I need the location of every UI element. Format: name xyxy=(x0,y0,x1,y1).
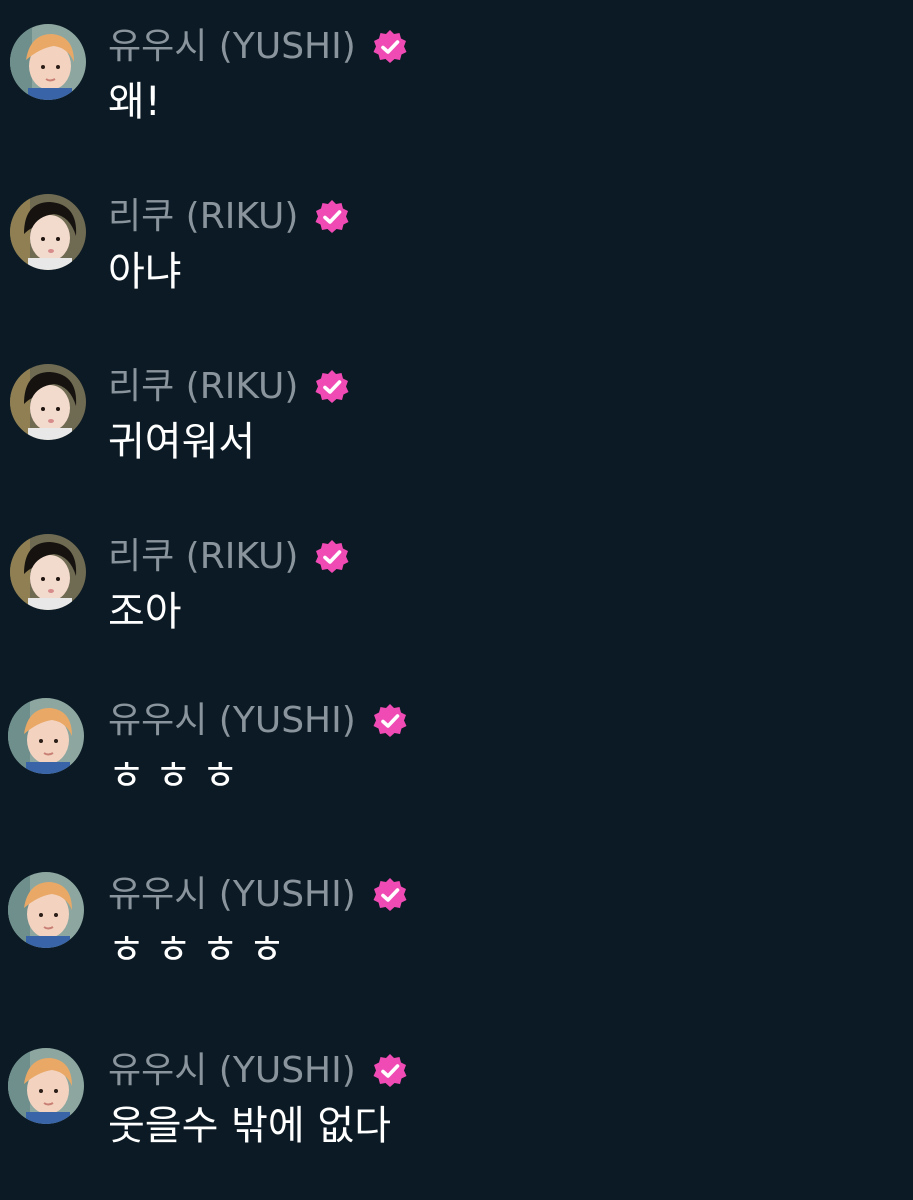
riku-avatar[interactable] xyxy=(10,534,86,610)
message-item: 유우시 (YUSHI) ㅎㅎㅎㅎ xyxy=(0,870,913,1010)
author-name[interactable]: 유우시 (YUSHI) xyxy=(108,696,356,746)
author-row: 유우시 (YUSHI) xyxy=(108,696,408,746)
author-row: 리쿠 (RIKU) xyxy=(108,192,350,242)
author-name[interactable]: 리쿠 (RIKU) xyxy=(108,192,298,242)
author-name[interactable]: 유우시 (YUSHI) xyxy=(108,870,356,920)
message-item: 유우시 (YUSHI) ㅎㅎㅎ xyxy=(0,696,913,836)
yushi-avatar[interactable] xyxy=(8,698,84,774)
verified-badge-icon xyxy=(373,878,407,911)
message-text: 조아 xyxy=(108,589,182,635)
message-text: ㅎㅎㅎㅎ xyxy=(108,927,296,973)
message-text: 귀여워서 xyxy=(108,419,256,465)
verified-badge-icon xyxy=(315,370,349,403)
yushi-avatar[interactable] xyxy=(8,872,84,948)
message-text: 웃을수 밖에 없다 xyxy=(108,1103,392,1149)
message-item: 유우시 (YUSHI) 왜! xyxy=(0,22,913,162)
yushi-avatar[interactable] xyxy=(10,24,86,100)
author-name[interactable]: 유우시 (YUSHI) xyxy=(108,1046,356,1096)
author-row: 리쿠 (RIKU) xyxy=(108,532,350,582)
message-text: ㅎㅎㅎ xyxy=(108,753,249,799)
author-row: 유우시 (YUSHI) xyxy=(108,22,408,72)
verified-badge-icon xyxy=(373,30,407,63)
author-name[interactable]: 리쿠 (RIKU) xyxy=(108,532,298,582)
message-item: 리쿠 (RIKU) 아냐 xyxy=(0,192,913,332)
author-row: 유우시 (YUSHI) xyxy=(108,870,408,920)
verified-badge-icon xyxy=(315,540,349,573)
yushi-avatar[interactable] xyxy=(8,1048,84,1124)
message-item: 리쿠 (RIKU) 귀여워서 xyxy=(0,362,913,502)
message-text: 왜! xyxy=(108,79,161,125)
author-name[interactable]: 유우시 (YUSHI) xyxy=(108,22,356,72)
verified-badge-icon xyxy=(315,200,349,233)
message-item: 유우시 (YUSHI) 웃을수 밖에 없다 xyxy=(0,1046,913,1186)
message-text: 아냐 xyxy=(108,249,182,295)
riku-avatar[interactable] xyxy=(10,194,86,270)
author-row: 유우시 (YUSHI) xyxy=(108,1046,408,1096)
message-feed: 유우시 (YUSHI) 왜! 리쿠 (RIKU) 아냐 리쿠 (RIKU) 귀여… xyxy=(0,0,913,1200)
riku-avatar[interactable] xyxy=(10,364,86,440)
verified-badge-icon xyxy=(373,704,407,737)
message-item: 리쿠 (RIKU) 조아 xyxy=(0,532,913,672)
author-row: 리쿠 (RIKU) xyxy=(108,362,350,412)
verified-badge-icon xyxy=(373,1054,407,1087)
author-name[interactable]: 리쿠 (RIKU) xyxy=(108,362,298,412)
